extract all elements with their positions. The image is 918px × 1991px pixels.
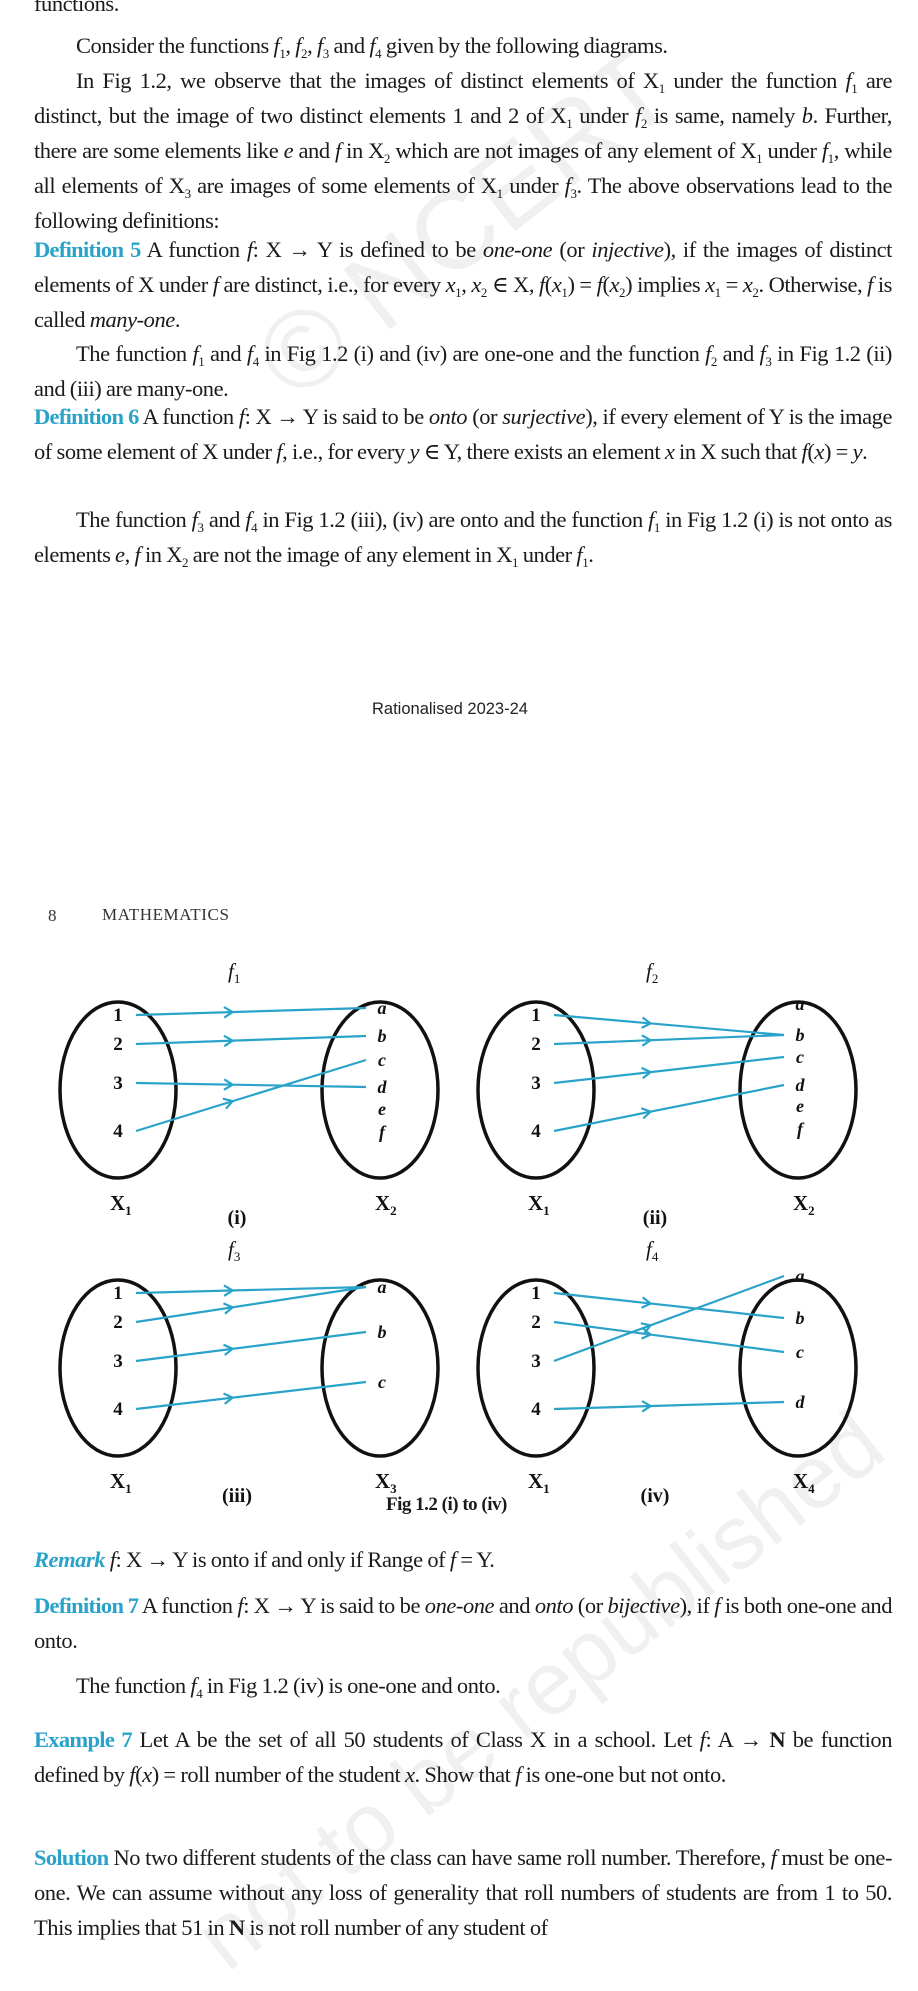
definition-7: Definition 7 A function f: X → Y is said…: [34, 1593, 892, 1653]
codomain-set-ellipse: [320, 1278, 440, 1458]
domain-set-label: X1: [110, 1191, 132, 1218]
codomain-element: a: [378, 1277, 387, 1297]
codomain-element: c: [378, 1050, 386, 1070]
codomain-element: e: [378, 1099, 386, 1119]
codomain-element: c: [796, 1342, 804, 1362]
codomain-element: d: [796, 1392, 806, 1412]
codomain-element: a: [378, 998, 387, 1018]
codomain-element: b: [796, 1025, 805, 1045]
function-label: f4: [646, 1237, 659, 1264]
diagram-label: (i): [228, 1207, 247, 1229]
mapping-arrow-3-b: [135, 1330, 367, 1363]
codomain-set-label: X2: [375, 1191, 397, 1218]
function-label: f2: [646, 959, 658, 986]
function-diagram-i: 1 2 3 4 abcdef f1 X1 X2 (i): [58, 959, 440, 1229]
codomain-element: c: [796, 1047, 804, 1067]
function-label: f1: [228, 959, 240, 986]
mapping-arrow-3-d: [135, 1081, 367, 1089]
domain-element: 1: [113, 1283, 123, 1304]
mapping-arrow-3-c: [553, 1055, 785, 1085]
codomain-element: d: [378, 1077, 388, 1097]
codomain-set-label: X4: [793, 1469, 815, 1496]
codomain-set-label: X3: [375, 1469, 397, 1496]
remark-label: Remark: [34, 1547, 106, 1572]
diagram-label: (iii): [222, 1485, 252, 1507]
diagram-label: (ii): [643, 1207, 667, 1229]
codomain-element: f: [379, 1122, 387, 1142]
domain-element: 3: [113, 1073, 123, 1094]
diagram-label: (iv): [641, 1485, 670, 1507]
codomain-element: a: [796, 1266, 805, 1286]
codomain-element: e: [796, 1096, 804, 1116]
function-diagram-ii: 1 2 3 4 abcdef f2 X1 X2 (ii): [476, 959, 858, 1229]
figure-caption: Fig 1.2 (i) to (iv): [386, 1494, 507, 1515]
domain-element: 1: [113, 1005, 123, 1026]
paragraph-bijective-example: The function f4 in Fig 1.2 (iv) is one-o…: [76, 1673, 501, 1701]
codomain-element: a: [796, 994, 805, 1014]
codomain-element: c: [378, 1372, 386, 1392]
codomain-element: f: [797, 1119, 805, 1139]
solution-label: Solution: [34, 1845, 109, 1870]
solution: Solution No two different students of th…: [34, 1845, 893, 1940]
domain-element: 1: [531, 1005, 541, 1026]
codomain-set-ellipse: [738, 1278, 858, 1458]
mapping-arrow-4-c: [135, 1058, 367, 1133]
domain-set-label: X1: [110, 1469, 132, 1496]
remark: Remark f: X → Y is onto if and only if R…: [34, 1547, 495, 1572]
domain-element: 3: [531, 1351, 541, 1372]
example-label: Example 7: [34, 1727, 133, 1752]
codomain-set-label: X2: [793, 1191, 815, 1218]
domain-set-label: X1: [528, 1469, 550, 1496]
codomain-element: b: [378, 1026, 387, 1046]
codomain-element: b: [378, 1322, 387, 1342]
mapping-arrow-4-d: [553, 1083, 785, 1133]
definition-label: Definition 7: [34, 1593, 139, 1618]
domain-element: 1: [531, 1283, 541, 1304]
domain-element: 2: [113, 1312, 123, 1333]
function-label: f3: [228, 1237, 240, 1264]
domain-element: 4: [113, 1399, 123, 1420]
domain-element: 4: [531, 1399, 541, 1420]
function-diagram-iv: 1 2 3 4 a bc d f4 X1 X4 (iv): [476, 1237, 858, 1507]
mapping-arrow-1-b: [553, 1013, 785, 1037]
mapping-arrow-1-b: [553, 1291, 785, 1320]
domain-element: 3: [531, 1073, 541, 1094]
example-7: Example 7 Let A be the set of all 50 stu…: [34, 1727, 892, 1787]
function-diagram-iii: 1 2 3 4 a b c f3 X1 X3 (iii): [58, 1237, 440, 1507]
domain-element: 2: [531, 1034, 541, 1055]
domain-element: 2: [531, 1312, 541, 1333]
mapping-arrow-1-a: [135, 1006, 367, 1017]
codomain-element: b: [796, 1308, 805, 1328]
domain-element: 2: [113, 1034, 123, 1055]
codomain-element: d: [796, 1075, 806, 1095]
domain-element: 4: [531, 1121, 541, 1142]
domain-element: 4: [113, 1121, 123, 1142]
domain-set-label: X1: [528, 1191, 550, 1218]
mapping-arrow-4-c: [135, 1380, 367, 1411]
domain-element: 3: [113, 1351, 123, 1372]
